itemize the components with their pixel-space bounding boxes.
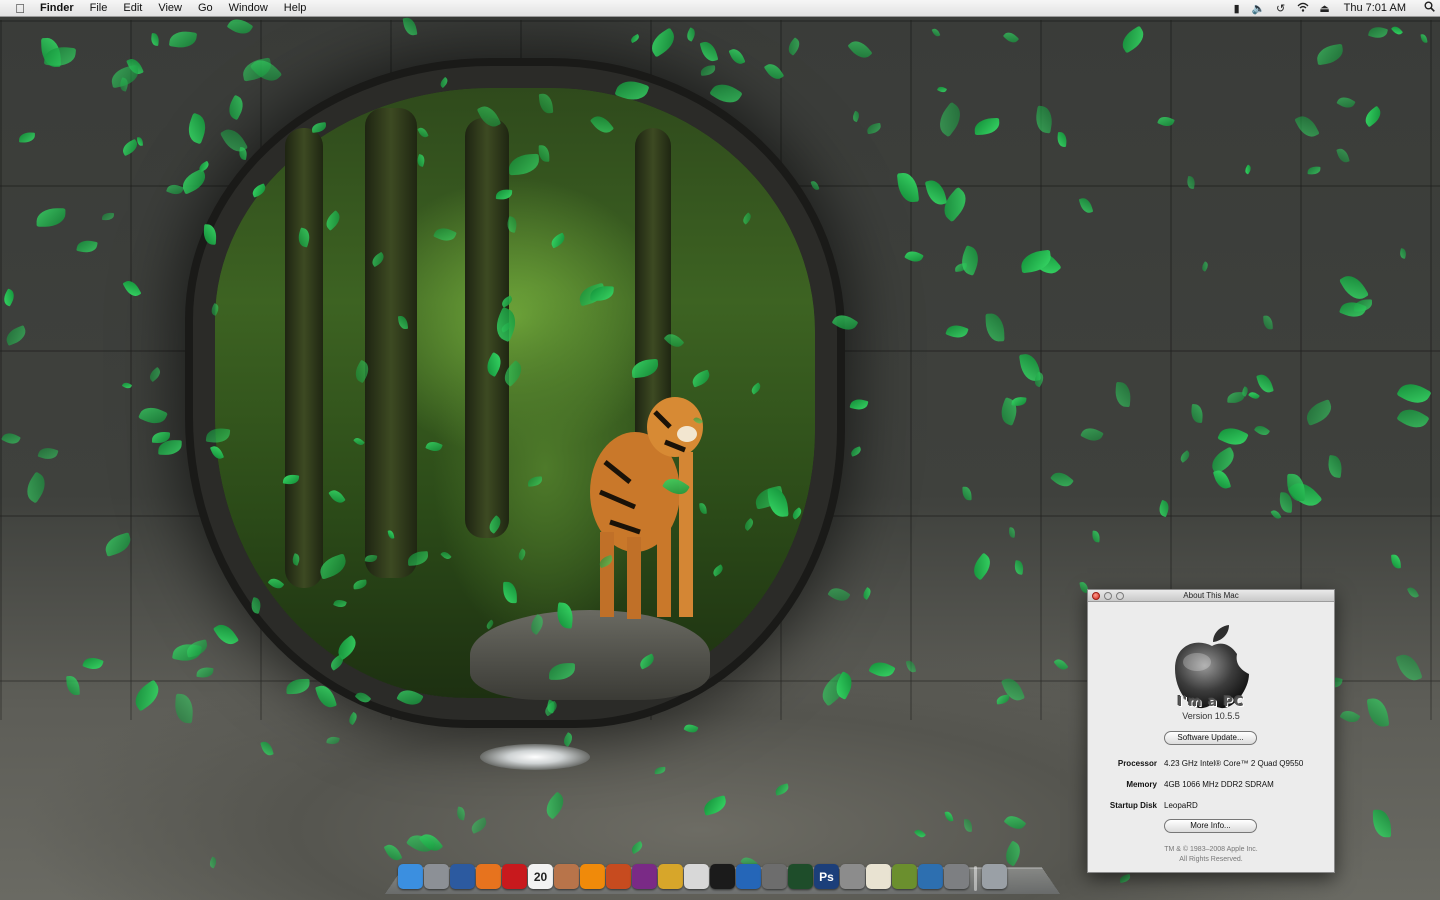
leaf — [654, 766, 666, 775]
brand-text: I'm a PC — [1177, 695, 1245, 710]
menu-view[interactable]: View — [150, 0, 190, 17]
leaf — [701, 795, 729, 816]
textedit-icon[interactable] — [866, 864, 891, 889]
startup-disk-label: Startup Disk — [1109, 801, 1157, 810]
about-this-mac-window: About This Mac I'm a PC Version 10.5.5 S… — [1087, 589, 1335, 873]
paint-tool-icon[interactable] — [606, 864, 631, 889]
minimize-button[interactable] — [1104, 592, 1112, 600]
leaf — [963, 819, 973, 832]
wallpaper-tiger — [590, 397, 703, 619]
vlc-icon[interactable] — [580, 864, 605, 889]
app-menu-finder[interactable]: Finder — [40, 0, 82, 17]
leaf — [1372, 809, 1392, 838]
utilities-icon[interactable] — [840, 864, 865, 889]
activity-monitor-icon[interactable] — [788, 864, 813, 889]
menu-go[interactable]: Go — [190, 0, 221, 17]
leaf — [774, 783, 790, 796]
finder-icon[interactable] — [398, 864, 423, 889]
preview-icon[interactable] — [684, 864, 709, 889]
menu-extra-icon[interactable]: ▮ — [1226, 2, 1248, 15]
leaf — [469, 817, 489, 834]
dvd-icon[interactable] — [658, 864, 683, 889]
startup-disk-value: LeopaRD — [1164, 801, 1198, 810]
eject-icon[interactable]: ⏏ — [1314, 2, 1336, 15]
leaf — [629, 840, 645, 855]
wifi-icon[interactable] — [1292, 2, 1314, 15]
memory-value: 4GB 1066 MHz DDR2 SDRAM — [1164, 780, 1274, 789]
terminal-icon[interactable] — [710, 864, 735, 889]
copyright-text: TM & © 1983–2008 Apple Inc. All Rights R… — [1088, 845, 1334, 865]
dock-separator — [974, 866, 977, 891]
leaf — [541, 791, 569, 820]
photo-booth-icon[interactable] — [632, 864, 657, 889]
volume-icon[interactable]: 🔈 — [1248, 2, 1270, 15]
leaf — [455, 806, 467, 821]
dock: 20 Ps — [398, 864, 1007, 894]
mail-stamp-icon[interactable] — [554, 864, 579, 889]
menu-file[interactable]: File — [82, 0, 116, 17]
photo-browser-icon[interactable] — [450, 864, 475, 889]
ical-icon[interactable]: 20 — [528, 864, 553, 889]
wallpaper-jungle-portal — [215, 88, 815, 698]
window-titlebar[interactable]: About This Mac — [1088, 590, 1334, 602]
wallpaper-floor-light — [480, 744, 590, 770]
leaf — [326, 735, 340, 746]
script-editor-icon[interactable] — [892, 864, 917, 889]
leaf — [944, 810, 954, 823]
processor-label: Processor — [1117, 759, 1157, 768]
network-icon[interactable] — [918, 864, 943, 889]
apple-menu-icon[interactable]:  — [0, 1, 40, 16]
close-button[interactable] — [1092, 592, 1100, 600]
photoshop-icon[interactable]: Ps — [814, 864, 839, 889]
dashboard-grid-icon[interactable] — [424, 864, 449, 889]
xcode-icon[interactable] — [736, 864, 761, 889]
copyright-line-1: TM & © 1983–2008 Apple Inc. — [1164, 846, 1258, 853]
acrobat-icon[interactable] — [502, 864, 527, 889]
more-info-button[interactable]: More Info... — [1164, 819, 1257, 833]
menu-bar:  Finder File Edit View Go Window Help ▮… — [0, 0, 1440, 17]
memory-label: Memory — [1126, 780, 1157, 789]
leaf — [260, 739, 274, 758]
leaf — [561, 732, 575, 747]
leaf — [405, 829, 437, 858]
leaf — [914, 827, 926, 840]
leaf — [1001, 840, 1025, 867]
wallpaper-rock — [470, 610, 710, 700]
menu-help[interactable]: Help — [276, 0, 315, 17]
menu-edit[interactable]: Edit — [115, 0, 150, 17]
firefox-icon[interactable] — [476, 864, 501, 889]
leaf — [683, 722, 699, 735]
spotlight-search-icon[interactable] — [1418, 1, 1440, 15]
system-preferences-icon[interactable] — [944, 864, 969, 889]
printer-icon[interactable] — [762, 864, 787, 889]
os-version: Version 10.5.5 — [1182, 711, 1240, 721]
zoom-button[interactable] — [1116, 592, 1124, 600]
software-update-button[interactable]: Software Update... — [1164, 731, 1257, 745]
menu-clock[interactable]: Thu 7:01 AM — [1336, 2, 1418, 14]
leaf — [1003, 811, 1027, 834]
copyright-line-2: All Rights Reserved. — [1179, 856, 1243, 863]
window-title: About This Mac — [1183, 591, 1239, 600]
leaf — [207, 856, 219, 869]
time-machine-icon[interactable]: ↺ — [1270, 2, 1292, 15]
leaf — [383, 841, 403, 864]
menu-window[interactable]: Window — [221, 0, 276, 17]
processor-value: 4.23 GHz Intel® Core™ 2 Quad Q9550 — [1164, 759, 1304, 768]
trash-icon[interactable] — [982, 864, 1007, 889]
leaf — [1118, 873, 1132, 884]
